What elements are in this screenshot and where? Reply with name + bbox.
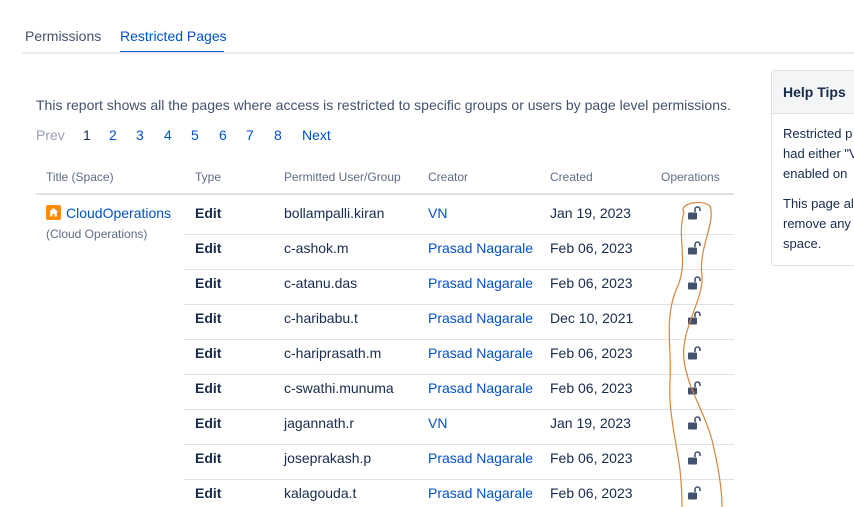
tab-restricted-pages[interactable]: Restricted Pages	[120, 28, 227, 44]
help-tips-header: Help Tips	[772, 71, 854, 114]
created-date: Feb 06, 2023	[550, 450, 633, 466]
pagination-page-4[interactable]: 4	[164, 127, 172, 143]
unlock-icon[interactable]	[687, 381, 701, 397]
created-date: Feb 06, 2023	[550, 485, 633, 501]
creator-link[interactable]: VN	[428, 205, 447, 221]
unlock-icon[interactable]	[687, 311, 701, 327]
permission-type: Edit	[195, 345, 222, 361]
created-date: Feb 06, 2023	[550, 345, 633, 361]
help-text-line: space.	[783, 236, 822, 251]
permission-type: Edit	[195, 240, 222, 256]
annotation-outline	[668, 201, 723, 507]
created-date: Feb 06, 2023	[550, 240, 633, 256]
creator-link[interactable]: Prasad Nagarale	[428, 380, 533, 396]
permission-type: Edit	[195, 485, 222, 501]
permitted-user: c-hariprasath.m	[284, 345, 382, 361]
created-date: Jan 19, 2023	[550, 205, 631, 221]
column-header-type: Type	[195, 170, 222, 184]
unlock-icon[interactable]	[687, 486, 701, 502]
column-header-created: Created	[550, 170, 593, 184]
created-date: Jan 19, 2023	[550, 415, 631, 431]
permission-type: Edit	[195, 380, 222, 396]
permitted-user: bollampalli.kiran	[284, 205, 385, 221]
pagination-page-1[interactable]: 1	[83, 127, 91, 143]
help-text-line: This page al	[783, 196, 854, 211]
unlock-icon[interactable]	[687, 241, 701, 257]
table-header-divider	[36, 193, 734, 195]
column-header-permitted: Permitted User/Group	[284, 170, 401, 184]
permitted-user: kalagouda.t	[284, 485, 357, 501]
pagination-page-3[interactable]: 3	[136, 127, 144, 143]
permission-type: Edit	[195, 415, 222, 431]
row-divider	[184, 269, 734, 270]
row-divider	[184, 444, 734, 445]
tab-permissions[interactable]: Permissions	[25, 28, 101, 44]
row-divider	[184, 304, 734, 305]
pagination-page-6[interactable]: 6	[219, 127, 227, 143]
creator-link[interactable]: Prasad Nagarale	[428, 485, 533, 501]
tab-divider	[22, 52, 854, 54]
pagination-prev: Prev	[36, 127, 65, 143]
row-divider	[184, 374, 734, 375]
help-tips-title: Help Tips	[783, 84, 846, 100]
permission-type: Edit	[195, 275, 222, 291]
column-header-title: Title (Space)	[46, 170, 114, 184]
unlock-icon[interactable]	[687, 451, 701, 467]
created-date: Feb 06, 2023	[550, 380, 633, 396]
pagination-page-7[interactable]: 7	[246, 127, 254, 143]
permitted-user: c-ashok.m	[284, 240, 349, 256]
permitted-user: jagannath.r	[284, 415, 355, 431]
permitted-user: c-atanu.das	[284, 275, 358, 291]
pagination-page-5[interactable]: 5	[191, 127, 199, 143]
creator-link[interactable]: Prasad Nagarale	[428, 450, 533, 466]
row-divider	[184, 339, 734, 340]
permission-type: Edit	[195, 450, 222, 466]
creator-link[interactable]: VN	[428, 415, 447, 431]
pagination-page-2[interactable]: 2	[109, 127, 117, 143]
help-text-line: had either "V	[783, 146, 854, 161]
space-name: (Cloud Operations)	[46, 227, 148, 241]
row-divider	[184, 409, 734, 410]
created-date: Dec 10, 2021	[550, 310, 634, 326]
row-divider	[184, 234, 734, 235]
report-description: This report shows all the pages where ac…	[36, 97, 731, 113]
permitted-user: joseprakash.p	[284, 450, 372, 466]
creator-link[interactable]: Prasad Nagarale	[428, 310, 533, 326]
permission-type: Edit	[195, 310, 222, 326]
pagination-page-8[interactable]: 8	[274, 127, 282, 143]
permission-type: Edit	[195, 205, 222, 221]
row-divider	[184, 479, 734, 480]
pagination-next[interactable]: Next	[302, 127, 331, 143]
unlock-icon[interactable]	[687, 346, 701, 362]
created-date: Feb 06, 2023	[550, 275, 633, 291]
help-text-line: remove any	[783, 216, 851, 231]
permitted-user: c-haribabu.t	[284, 310, 358, 326]
creator-link[interactable]: Prasad Nagarale	[428, 240, 533, 256]
column-header-creator: Creator	[428, 170, 469, 184]
page-title-link[interactable]: CloudOperations	[66, 205, 171, 221]
help-text-line: enabled on	[783, 166, 848, 181]
home-icon	[46, 205, 61, 220]
unlock-icon[interactable]	[687, 206, 701, 222]
creator-link[interactable]: Prasad Nagarale	[428, 345, 533, 361]
permitted-user: c-swathi.munuma	[284, 380, 394, 396]
creator-link[interactable]: Prasad Nagarale	[428, 275, 533, 291]
column-header-operations: Operations	[661, 170, 720, 184]
help-tips-panel: Help Tips Restricted p had either "V ena…	[771, 70, 854, 266]
help-text-line: Restricted p	[783, 126, 853, 141]
unlock-icon[interactable]	[687, 276, 701, 292]
unlock-icon[interactable]	[687, 416, 701, 432]
